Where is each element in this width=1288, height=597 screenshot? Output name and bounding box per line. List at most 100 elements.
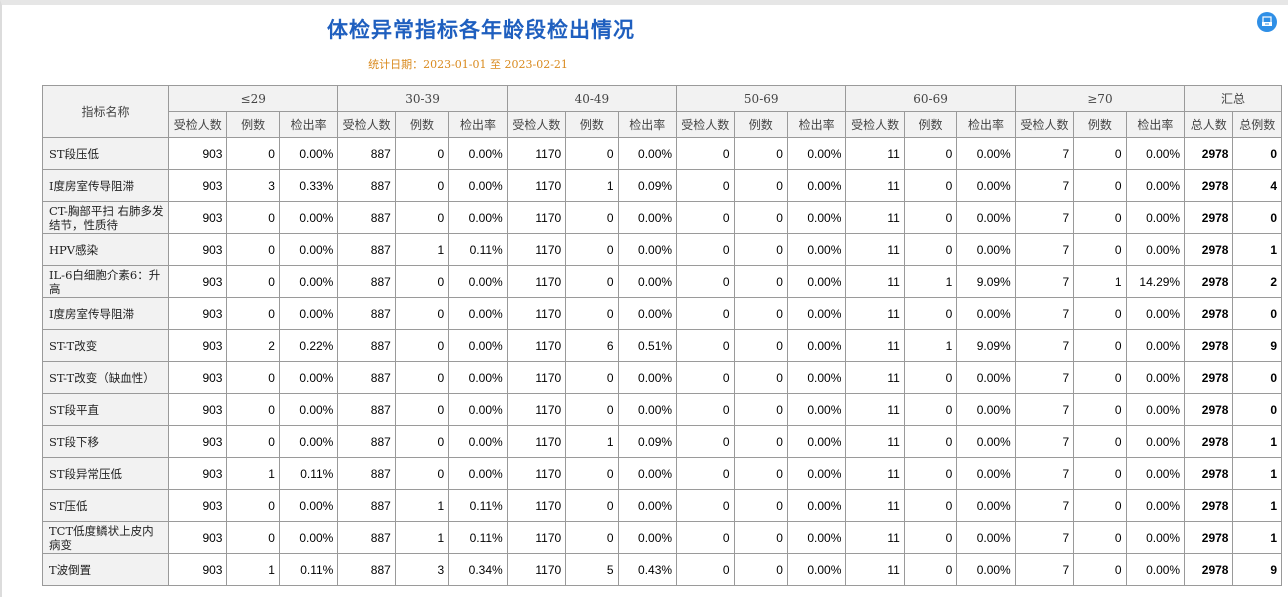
table-cell: 0 [733,393,788,426]
table-cell: 0 [1232,297,1282,330]
table-cell: 0.00% [1125,169,1186,202]
table-cell: 1170 [506,265,567,298]
table-cell: 0 [394,329,450,362]
table-cell: 903 [167,137,228,170]
table-cell: 0.00% [617,201,678,234]
sub-column-header: 检出率 [786,111,847,138]
table-cell: 887 [337,233,396,266]
table-cell: 7 [1014,489,1075,522]
table-cell: 11 [845,553,905,586]
table-cell: 1170 [506,169,567,202]
table-cell: 0 [565,489,619,522]
table-cell: 0.00% [1125,297,1186,330]
table-cell: 7 [1014,201,1075,234]
table-cell: 0 [733,233,788,266]
table-cell: 0 [1073,137,1127,170]
table-cell: 0 [394,457,450,490]
table-cell: 7 [1014,297,1075,330]
table-cell: 7 [1014,233,1075,266]
table-cell: 0.00% [1125,329,1186,362]
indicator-name: ST-T改变（缺血性） [42,361,169,394]
age-group-header: 30-39 [337,85,508,112]
table-cell: 7 [1014,553,1075,586]
table-cell: 0 [394,169,450,202]
table-cell: 1170 [506,553,567,586]
table-cell: 0 [565,457,619,490]
table-cell: 0 [1073,201,1127,234]
table-cell: 2978 [1184,297,1234,330]
table-cell: 0.00% [617,521,678,554]
table-cell: 0 [733,457,788,490]
table-cell: 0.00% [956,361,1016,394]
table-cell: 0.00% [1125,457,1186,490]
table-cell: 887 [337,265,396,298]
table-cell: 11 [845,393,905,426]
table-cell: 0 [1073,361,1127,394]
table-cell: 0.00% [1125,233,1186,266]
table-cell: 0 [1232,393,1282,426]
table-cell: 0.00% [786,361,847,394]
table-cell: 0 [733,553,788,586]
sub-column-header: 受检人数 [337,111,396,138]
table-cell: 0 [394,393,450,426]
sub-column-header: 例数 [903,111,958,138]
table-cell: 0.00% [448,137,508,170]
table-cell: 0.00% [278,361,339,394]
table-cell: 3 [394,553,450,586]
table-cell: 2978 [1184,457,1234,490]
table-cell: 0 [226,393,280,426]
table-cell: 0 [394,137,450,170]
table-cell: 2978 [1184,393,1234,426]
table-cell: 11 [845,361,905,394]
sub-column-header: 例数 [565,111,619,138]
table-cell: 0 [394,297,450,330]
table-cell: 0.00% [956,425,1016,458]
table-cell: 0 [1073,521,1127,554]
table-cell: 0.00% [278,201,339,234]
indicator-name: Ⅰ度房室传导阻滞 [42,169,169,202]
sub-column-header: 受检人数 [845,111,905,138]
table-cell: 0.00% [956,457,1016,490]
table-cell: 0.00% [1125,137,1186,170]
table-cell: 0.33% [278,169,339,202]
table-cell: 0.00% [448,297,508,330]
table-cell: 0 [1073,297,1127,330]
table-cell: 903 [167,329,228,362]
report-table: 指标名称 ≤29 30-39 40-49 50-69 60-69 ≥70 汇总 受检人数 例数… [42,85,1282,586]
table-cell: 0.00% [617,233,678,266]
table-cell: 0 [226,425,280,458]
table-cell: 1 [1232,425,1282,458]
table-cell: 0 [733,489,788,522]
table-cell: 887 [337,169,396,202]
table-cell: 9.09% [956,329,1016,362]
table-cell: 0.00% [956,521,1016,554]
export-button[interactable] [1257,12,1277,32]
summary-sub-header: 总例数 [1232,111,1282,138]
table-cell: 0 [733,169,788,202]
table-cell: 0 [226,201,280,234]
table-cell: 0 [903,137,958,170]
age-group-header: 40-49 [506,85,678,112]
table-cell: 0.00% [956,201,1016,234]
table-cell: 0 [226,521,280,554]
table-cell: 0.00% [956,393,1016,426]
table-cell: 1 [903,265,958,298]
table-cell: 0.00% [786,169,847,202]
table-cell: 0.00% [278,393,339,426]
table-cell: 0 [1073,425,1127,458]
table-row: ST段下移 903 0 0.00% 887 0 0.00% 1170 1 0.09% 0 0 0.00%… [42,425,1282,458]
table-cell: 0.00% [956,297,1016,330]
indicator-name: ST段平直 [42,393,169,426]
indicator-name: IL-6白细胞介素6：升高 [42,265,169,298]
sub-column-header: 受检人数 [506,111,567,138]
table-cell: 0 [565,393,619,426]
table-cell: 903 [167,233,228,266]
table-cell: 903 [167,393,228,426]
summary-sub-header: 总人数 [1184,111,1234,138]
table-cell: 7 [1014,521,1075,554]
sub-column-header: 受检人数 [1014,111,1075,138]
age-group-header: ≤29 [167,85,339,112]
sub-column-header: 检出率 [956,111,1016,138]
table-cell: 0 [676,489,735,522]
table-cell: 0.00% [786,393,847,426]
